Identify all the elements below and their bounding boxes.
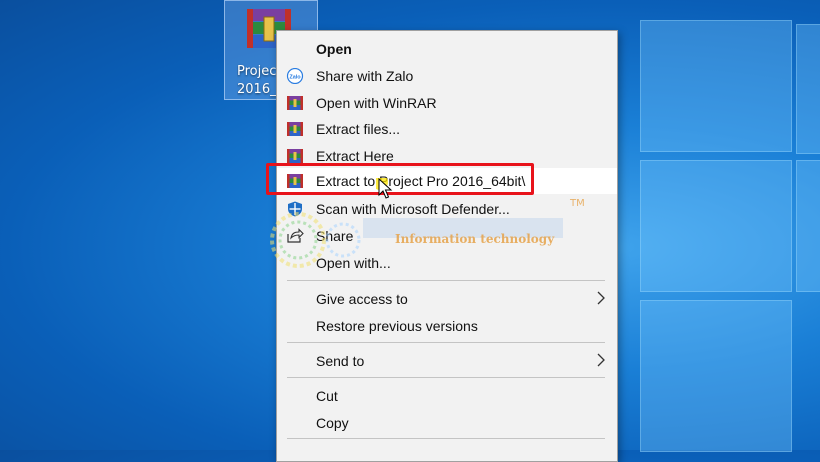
menu-separator bbox=[287, 342, 605, 343]
svg-text:Zalo: Zalo bbox=[289, 75, 301, 81]
menu-item-give-access-to[interactable]: Give access to bbox=[277, 286, 617, 312]
windows-logo-pane bbox=[796, 24, 820, 154]
windows-logo-pane bbox=[796, 160, 820, 292]
menu-item-extract-files[interactable]: Extract files... bbox=[277, 116, 617, 142]
menu-item-send-to[interactable]: Send to bbox=[277, 348, 617, 374]
winrar-icon bbox=[287, 122, 303, 136]
winrar-icon bbox=[287, 149, 303, 163]
menu-item-open[interactable]: Open bbox=[277, 36, 617, 62]
windows-logo-pane bbox=[640, 20, 792, 152]
menu-separator bbox=[287, 438, 605, 439]
zalo-icon: Zalo bbox=[286, 68, 304, 84]
watermark-subtitle: Information technology bbox=[395, 232, 555, 246]
share-icon bbox=[287, 228, 304, 243]
chevron-right-icon bbox=[597, 353, 605, 367]
menu-item-open-with[interactable]: Open with... bbox=[277, 250, 617, 276]
mouse-cursor-icon bbox=[376, 178, 393, 199]
menu-separator bbox=[287, 280, 605, 281]
menu-separator bbox=[287, 377, 605, 378]
chevron-right-icon bbox=[597, 291, 605, 305]
menu-item-restore-previous-versions[interactable]: Restore previous versions bbox=[277, 313, 617, 339]
winrar-icon bbox=[287, 96, 303, 110]
menu-item-share-with-zalo[interactable]: Zalo Share with Zalo bbox=[277, 63, 617, 89]
menu-item-open-with-winrar[interactable]: Open with WinRAR bbox=[277, 90, 617, 116]
menu-item-copy[interactable]: Copy bbox=[277, 410, 617, 436]
watermark-tm: TM bbox=[570, 198, 585, 209]
defender-shield-icon bbox=[288, 201, 302, 217]
windows-logo-pane bbox=[640, 300, 792, 452]
menu-item-cut[interactable]: Cut bbox=[277, 383, 617, 409]
windows-logo-pane bbox=[640, 160, 792, 292]
menu-item-scan-with-defender[interactable]: Scan with Microsoft Defender... bbox=[277, 196, 617, 222]
context-menu: Open Zalo Share with Zalo Open with WinR… bbox=[276, 30, 618, 462]
highlight-annotation-box bbox=[266, 163, 534, 195]
